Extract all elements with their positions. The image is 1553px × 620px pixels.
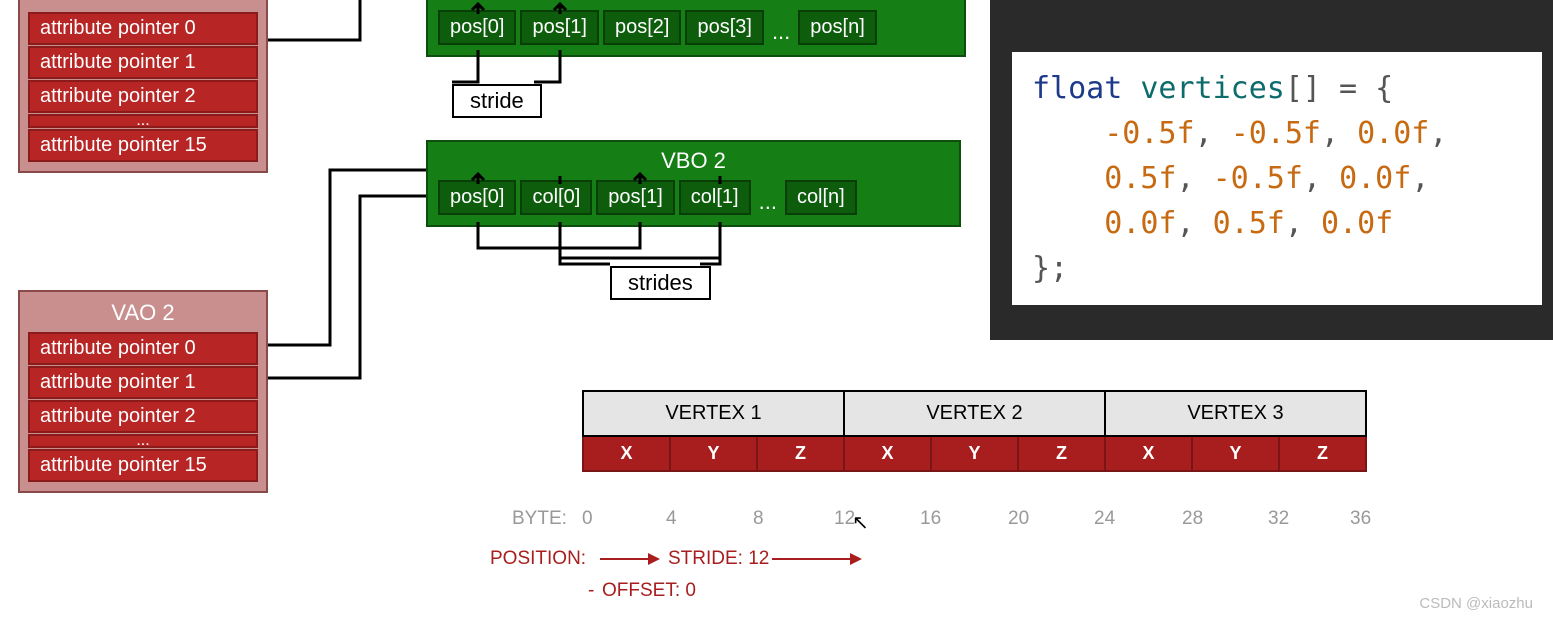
vbo2-cell-1: col[0]	[520, 180, 592, 215]
offset-text: OFFSET: 0	[602, 580, 696, 602]
vbo1-cell-3: pos[3]	[685, 10, 763, 45]
vao2-attr-15: attribute pointer 15	[28, 449, 258, 482]
code-num: 0.0f	[1321, 206, 1393, 241]
byte-0: 0	[582, 508, 593, 530]
code-num: -0.5f	[1104, 116, 1194, 151]
byte-24: 24	[1094, 508, 1115, 530]
vbo1-dots: ...	[768, 19, 794, 45]
vao1-attr-2: attribute pointer 2	[28, 80, 258, 113]
vao1-attr-0: attribute pointer 0	[28, 12, 258, 45]
vbo1-stride-label: stride	[452, 84, 542, 118]
vertex-table: VERTEX 1 VERTEX 2 VERTEX 3 X Y Z X Y Z X…	[582, 390, 1367, 472]
vao-1-title: VAO 1	[28, 0, 258, 6]
code-identifier: vertices	[1140, 71, 1285, 106]
vbo1-cell-1: pos[1]	[520, 10, 598, 45]
vbo-1-box: VBO 1 pos[0] pos[1] pos[2] pos[3] ... po…	[426, 0, 966, 57]
vbo-2-cells: pos[0] col[0] pos[1] col[1] ... col[n]	[438, 180, 949, 215]
comp-cell: Z	[1279, 436, 1366, 471]
code-keyword: float	[1032, 71, 1122, 106]
vertex-header-2: VERTEX 2	[844, 391, 1105, 436]
byte-36: 36	[1350, 508, 1371, 530]
byte-32: 32	[1268, 508, 1289, 530]
vao2-attr-2: attribute pointer 2	[28, 400, 258, 433]
comp-cell: Z	[757, 436, 844, 471]
vao-2-title: VAO 2	[28, 300, 258, 326]
vbo2-dots: ...	[755, 189, 781, 215]
vao2-dots: ...	[28, 434, 258, 448]
vao1-attr-15: attribute pointer 15	[28, 129, 258, 162]
cursor-icon: ↖	[852, 510, 869, 535]
vbo2-stride-label: strides	[610, 266, 711, 300]
stride-arrow-left	[600, 558, 658, 560]
vertex-header-1: VERTEX 1	[583, 391, 844, 436]
byte-28: 28	[1182, 508, 1203, 530]
vao-1-box: VAO 1 attribute pointer 0 attribute poin…	[18, 0, 268, 173]
comp-cell: Y	[931, 436, 1018, 471]
code-close: };	[1032, 251, 1068, 286]
vbo-1-title: VBO 1	[438, 0, 954, 4]
byte-label: BYTE:	[512, 508, 567, 530]
vao2-attr-0: attribute pointer 0	[28, 332, 258, 365]
byte-8: 8	[753, 508, 764, 530]
comp-cell: Y	[670, 436, 757, 471]
comp-cell: Z	[1018, 436, 1105, 471]
comp-cell: X	[844, 436, 931, 471]
code-num: -0.5f	[1213, 161, 1303, 196]
byte-4: 4	[666, 508, 677, 530]
vbo-2-title: VBO 2	[438, 148, 949, 174]
watermark: CSDN @xiaozhu	[1419, 595, 1533, 612]
byte-20: 20	[1008, 508, 1029, 530]
code-num: 0.0f	[1104, 206, 1176, 241]
vbo-2-box: VBO 2 pos[0] col[0] pos[1] col[1] ... co…	[426, 140, 961, 227]
stride-text: STRIDE: 12	[668, 548, 769, 570]
code-num: 0.5f	[1104, 161, 1176, 196]
code-num: 0.0f	[1357, 116, 1429, 151]
vao1-attr-1: attribute pointer 1	[28, 46, 258, 79]
vbo2-cell-3: col[1]	[679, 180, 751, 215]
code-num: -0.5f	[1231, 116, 1321, 151]
code-num: 0.0f	[1339, 161, 1411, 196]
code-snippet: float vertices[] = { -0.5f, -0.5f, 0.0f,…	[1012, 52, 1542, 305]
position-label: POSITION:	[490, 548, 586, 570]
vertex-header-3: VERTEX 3	[1105, 391, 1366, 436]
comp-cell: Y	[1192, 436, 1279, 471]
vao1-dots: ...	[28, 114, 258, 128]
comp-cell: X	[1105, 436, 1192, 471]
vbo2-cell-2: pos[1]	[596, 180, 674, 215]
comp-cell: X	[583, 436, 670, 471]
vbo2-cell-0: pos[0]	[438, 180, 516, 215]
vbo-1-cells: pos[0] pos[1] pos[2] pos[3] ... pos[n]	[438, 10, 954, 45]
vbo1-cell-n: pos[n]	[798, 10, 876, 45]
vbo2-cell-n: col[n]	[785, 180, 857, 215]
code-num: 0.5f	[1213, 206, 1285, 241]
vao-2-box: VAO 2 attribute pointer 0 attribute poin…	[18, 290, 268, 493]
vbo1-cell-2: pos[2]	[603, 10, 681, 45]
stride-arrow-right	[772, 558, 860, 560]
vbo1-cell-0: pos[0]	[438, 10, 516, 45]
offset-dash: -	[588, 580, 594, 602]
byte-16: 16	[920, 508, 941, 530]
code-brackets: [] = {	[1285, 71, 1393, 106]
vao2-attr-1: attribute pointer 1	[28, 366, 258, 399]
